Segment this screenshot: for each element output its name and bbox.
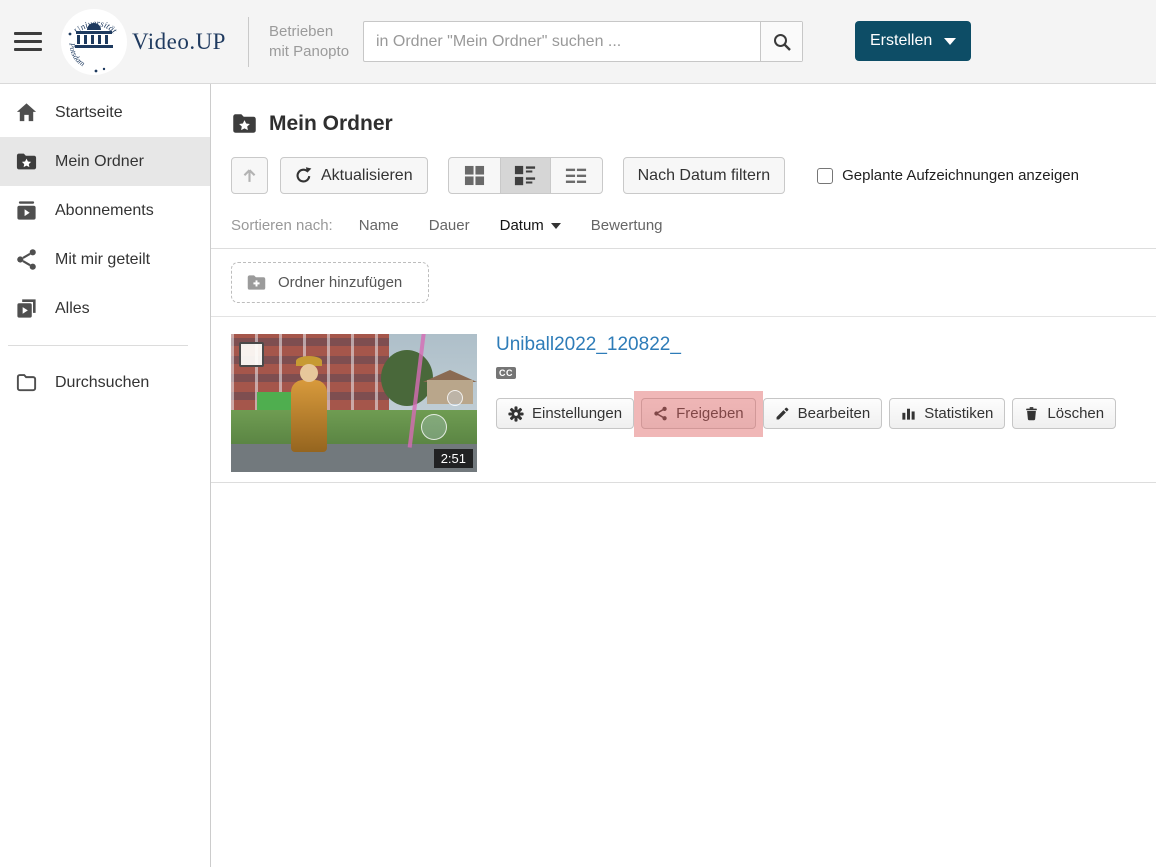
university-potsdam-logo: Universität Potsdam	[61, 8, 127, 75]
view-mode-toggle	[447, 157, 603, 194]
sidebar-item-startseite[interactable]: Startseite	[0, 88, 210, 137]
session-actions: Einstellungen Freigeben Bearbeiten Stati…	[496, 391, 1117, 437]
sidebar-item-mein-ordner[interactable]: Mein Ordner	[0, 137, 210, 186]
checkbox-unchecked[interactable]	[817, 167, 834, 184]
trash-icon	[1026, 407, 1038, 421]
thumbnail-bubble	[447, 390, 463, 406]
sidebar-item-durchsuchen[interactable]: Durchsuchen	[0, 358, 210, 407]
share-button[interactable]: Freigeben	[641, 398, 756, 429]
stats-button[interactable]: Statistiken	[889, 398, 1006, 429]
scheduled-recordings-checkbox-row[interactable]: Geplante Aufzeichnungen anzeigen	[817, 167, 1079, 184]
parent-folder-button[interactable]	[231, 157, 268, 194]
view-grid-button[interactable]	[449, 158, 500, 193]
search-button[interactable]	[760, 22, 802, 61]
grid-view-icon	[464, 165, 484, 186]
sidebar: Startseite Mein Ordner Abonnements Mit m…	[0, 84, 211, 867]
sort-by-datum[interactable]: Datum	[500, 217, 561, 234]
folder-toolbar: Aktualisieren Nach Datum filtern Geplant…	[231, 157, 1156, 194]
subscriptions-icon	[17, 201, 36, 220]
home-icon	[16, 103, 37, 122]
divider	[211, 248, 1156, 249]
sort-prefix-label: Sortieren nach:	[231, 217, 333, 234]
folder-star-icon	[233, 114, 256, 133]
share-icon	[17, 249, 36, 270]
settings-button[interactable]: Einstellungen	[496, 398, 635, 429]
duration-badge: 2:51	[433, 449, 473, 468]
gear-icon	[508, 405, 524, 422]
powered-by-panopto: Betrieben mit Panopto	[268, 23, 350, 60]
captions-badge: CC	[496, 367, 516, 379]
divider	[211, 482, 1156, 483]
sort-bar: Sortieren nach: Name Dauer Datum Bewertu…	[231, 217, 1156, 234]
add-folder-button[interactable]: Ordner hinzufügen	[231, 262, 430, 303]
folder-star-icon	[16, 153, 37, 170]
delete-button[interactable]: Löschen	[1012, 398, 1117, 429]
pencil-icon	[776, 407, 789, 420]
list-thumbnails-view-icon	[515, 165, 536, 185]
session-row: 2:51 Uniball2022_120822_ CC Einstellunge…	[231, 334, 1156, 472]
search-icon	[773, 33, 791, 51]
sidebar-item-alles[interactable]: Alles	[0, 284, 210, 333]
hamburger-menu-icon[interactable]	[14, 27, 42, 56]
sidebar-item-abonnements[interactable]: Abonnements	[0, 186, 210, 235]
refresh-icon	[296, 167, 312, 183]
divider	[211, 316, 1156, 317]
search-input[interactable]	[364, 22, 760, 61]
folder-plus-icon	[247, 275, 266, 290]
video-thumbnail[interactable]: 2:51	[231, 334, 477, 472]
create-button[interactable]: Erstellen	[855, 21, 972, 61]
checkbox-label: Geplante Aufzeichnungen anzeigen	[842, 167, 1079, 184]
chevron-down-icon	[944, 37, 957, 45]
main-content: Mein Ordner Aktualisieren Nach Datum fil…	[211, 84, 1156, 867]
session-info: Uniball2022_120822_ CC Einstellungen Fre…	[496, 334, 1117, 472]
search-box	[363, 21, 803, 62]
thumbnail-detail	[300, 364, 318, 382]
brand-title[interactable]: Video.UP	[132, 29, 226, 55]
page-title: Mein Ordner	[269, 111, 393, 135]
edit-button[interactable]: Bearbeiten	[762, 398, 883, 429]
details-view-icon	[566, 168, 587, 183]
refresh-button[interactable]: Aktualisieren	[280, 157, 428, 194]
sort-descending-icon	[550, 222, 561, 229]
create-button-label: Erstellen	[870, 32, 933, 49]
folder-outline-icon	[16, 374, 37, 392]
sort-by-name[interactable]: Name	[359, 217, 399, 234]
arrow-up-icon	[243, 169, 256, 182]
session-title-link[interactable]: Uniball2022_120822_	[496, 334, 681, 356]
sidebar-divider	[8, 345, 188, 346]
topbar-divider	[247, 16, 249, 67]
view-list-button[interactable]	[499, 158, 551, 193]
sort-by-dauer[interactable]: Dauer	[429, 217, 470, 234]
share-icon	[654, 406, 667, 421]
bar-chart-icon	[902, 408, 915, 420]
sort-by-bewertung[interactable]: Bewertung	[591, 217, 663, 234]
sidebar-item-mit-mir-geteilt[interactable]: Mit mir geteilt	[0, 235, 210, 284]
thumbnail-costumed-figure	[291, 380, 327, 452]
top-bar: Universität Potsdam Video.UP Betrieben m…	[0, 0, 1156, 84]
session-select-checkbox[interactable]	[239, 342, 264, 367]
video-stack-icon	[17, 299, 36, 318]
view-details-button[interactable]	[551, 158, 602, 193]
thumbnail-bubble	[421, 414, 447, 440]
filter-by-date-button[interactable]: Nach Datum filtern	[622, 157, 786, 194]
